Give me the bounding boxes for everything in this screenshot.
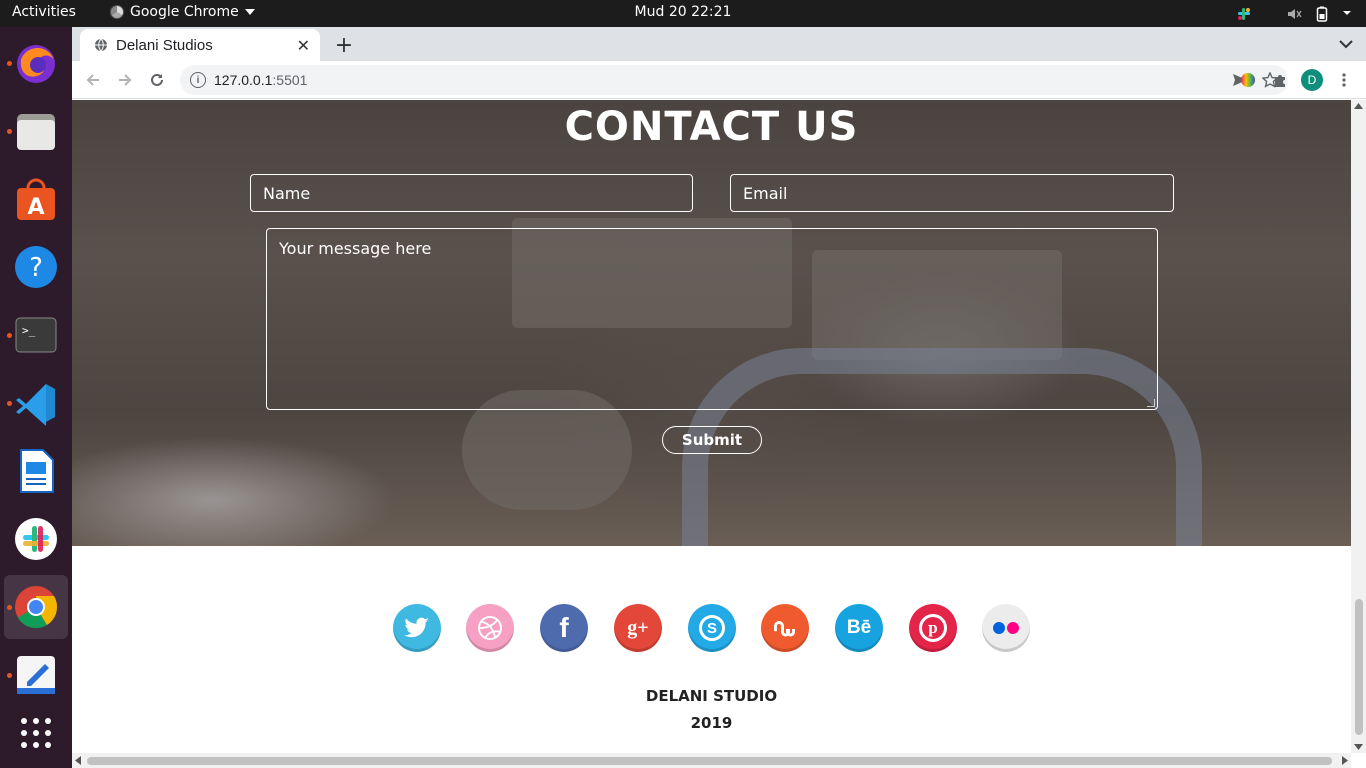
tab-active[interactable]: Delani Studios ✕ — [80, 29, 320, 61]
chevron-down-icon — [244, 9, 255, 15]
name-field[interactable]: Name — [250, 174, 693, 212]
back-button[interactable] — [80, 67, 106, 93]
footer-year: 2019 — [690, 714, 733, 732]
info-icon[interactable]: i — [190, 72, 206, 88]
system-top-bar: Activities Google Chrome Mud 20 22:21 — [0, 0, 1366, 27]
facebook-icon[interactable]: f — [540, 604, 588, 652]
browser-toolbar: i 127.0.0.1:5501 D — [72, 61, 1366, 99]
power-menu-caret-icon[interactable] — [1340, 6, 1354, 20]
behance-icon[interactable]: Bē — [835, 604, 883, 652]
new-tab-button[interactable]: + — [330, 31, 358, 59]
slack-icon — [15, 518, 57, 560]
chrome-app-icon — [110, 5, 124, 19]
dock-help[interactable]: ? — [4, 235, 68, 299]
app-menu-label: Google Chrome — [130, 4, 239, 20]
firefox-icon — [17, 45, 55, 83]
app-menu[interactable]: Google Chrome — [110, 4, 255, 20]
battery-icon[interactable] — [1316, 6, 1328, 22]
dock-slack[interactable] — [4, 507, 68, 571]
clock[interactable]: Mud 20 22:21 — [635, 4, 732, 20]
submit-button[interactable]: Submit — [662, 426, 762, 454]
message-textarea[interactable]: Your message here — [266, 228, 1158, 410]
skype-icon[interactable]: S — [688, 604, 736, 652]
scroll-left-icon[interactable] — [75, 756, 81, 765]
contact-section: CONTACT US Name Email Your message here … — [72, 100, 1351, 546]
vertical-scrollbar[interactable] — [1351, 100, 1366, 753]
tab-strip: Delani Studios ✕ + — [72, 27, 1366, 61]
reload-icon — [151, 73, 163, 86]
flickr-icon[interactable] — [982, 604, 1030, 652]
email-field[interactable]: Email — [730, 174, 1174, 212]
svg-text:>_: >_ — [22, 324, 36, 337]
scroll-right-icon[interactable] — [1342, 756, 1348, 765]
footer: f g+ S Bē p DELANI STUDIO 2019 — [72, 546, 1351, 753]
running-indicator — [7, 61, 12, 66]
running-indicator — [7, 673, 12, 678]
software-store-icon: A — [17, 178, 55, 220]
twitter-icon[interactable] — [393, 604, 441, 652]
running-indicator — [7, 129, 12, 134]
files-icon — [17, 114, 55, 150]
page-viewport: CONTACT US Name Email Your message here … — [72, 100, 1351, 753]
dock-firefox[interactable] — [4, 31, 68, 95]
url-port: :5501 — [272, 72, 308, 88]
close-icon[interactable]: ✕ — [297, 36, 310, 55]
horizontal-scrollbar[interactable] — [72, 753, 1351, 768]
google-plus-icon[interactable]: g+ — [614, 604, 662, 652]
app-grid-icon — [21, 718, 51, 748]
dock: A ? >_ — [0, 27, 72, 768]
dock-chrome[interactable] — [4, 575, 68, 639]
terminal-icon: >_ — [15, 317, 57, 353]
dock-libreoffice[interactable] — [4, 439, 68, 503]
volume-muted-icon[interactable] — [1286, 6, 1302, 22]
pinterest-icon[interactable]: p — [909, 604, 957, 652]
email-placeholder: Email — [743, 183, 788, 203]
page-title: CONTACT US — [564, 104, 859, 150]
slack-tray-icon[interactable] — [1236, 6, 1252, 22]
arrow-right-icon — [119, 74, 132, 86]
dock-files[interactable] — [4, 99, 68, 163]
running-indicator — [7, 401, 12, 406]
activities-button[interactable]: Activities — [12, 4, 76, 20]
scroll-up-icon[interactable] — [1354, 103, 1363, 109]
url-host: 127.0.0.1 — [214, 72, 273, 88]
reload-button[interactable] — [144, 67, 170, 93]
kebab-menu-icon[interactable] — [1336, 72, 1352, 88]
stumbleupon-icon[interactable] — [761, 604, 809, 652]
chevron-down-icon[interactable] — [1336, 34, 1356, 54]
browser-window: Delani Studios ✕ + i 127.0.0.1:5501 D C… — [72, 27, 1366, 768]
vscode-icon — [16, 384, 55, 426]
tab-title: Delani Studios — [116, 36, 213, 54]
globe-icon — [95, 38, 107, 52]
chrome-icon — [15, 586, 58, 629]
scrollbar-thumb[interactable] — [1355, 599, 1363, 735]
profile-avatar[interactable]: D — [1301, 69, 1323, 91]
resize-handle[interactable] — [1147, 399, 1155, 407]
dock-text-editor[interactable] — [4, 643, 68, 707]
forward-button[interactable] — [112, 67, 138, 93]
dock-terminal[interactable]: >_ — [4, 303, 68, 367]
dock-software[interactable]: A — [4, 167, 68, 231]
dock-vscode[interactable] — [4, 371, 68, 435]
dock-show-apps[interactable] — [4, 701, 68, 765]
help-icon: ? — [15, 246, 57, 288]
running-indicator — [7, 333, 12, 338]
name-placeholder: Name — [263, 183, 311, 203]
document-icon — [20, 449, 54, 493]
scrollbar-thumb[interactable] — [87, 757, 1332, 765]
address-bar[interactable]: i 127.0.0.1:5501 — [180, 65, 1288, 95]
scroll-down-icon[interactable] — [1354, 744, 1363, 750]
color-wheel-extension-icon[interactable] — [1240, 72, 1256, 88]
svg-text:?: ? — [29, 253, 43, 283]
svg-text:A: A — [27, 195, 44, 220]
dribbble-icon[interactable] — [466, 604, 514, 652]
running-indicator — [7, 605, 12, 610]
puzzle-icon[interactable] — [1272, 72, 1288, 88]
text-editor-icon — [17, 656, 55, 694]
message-placeholder: Your message here — [279, 239, 432, 258]
footer-studio-name: DELANI STUDIO — [645, 687, 778, 705]
arrow-left-icon — [86, 74, 99, 86]
